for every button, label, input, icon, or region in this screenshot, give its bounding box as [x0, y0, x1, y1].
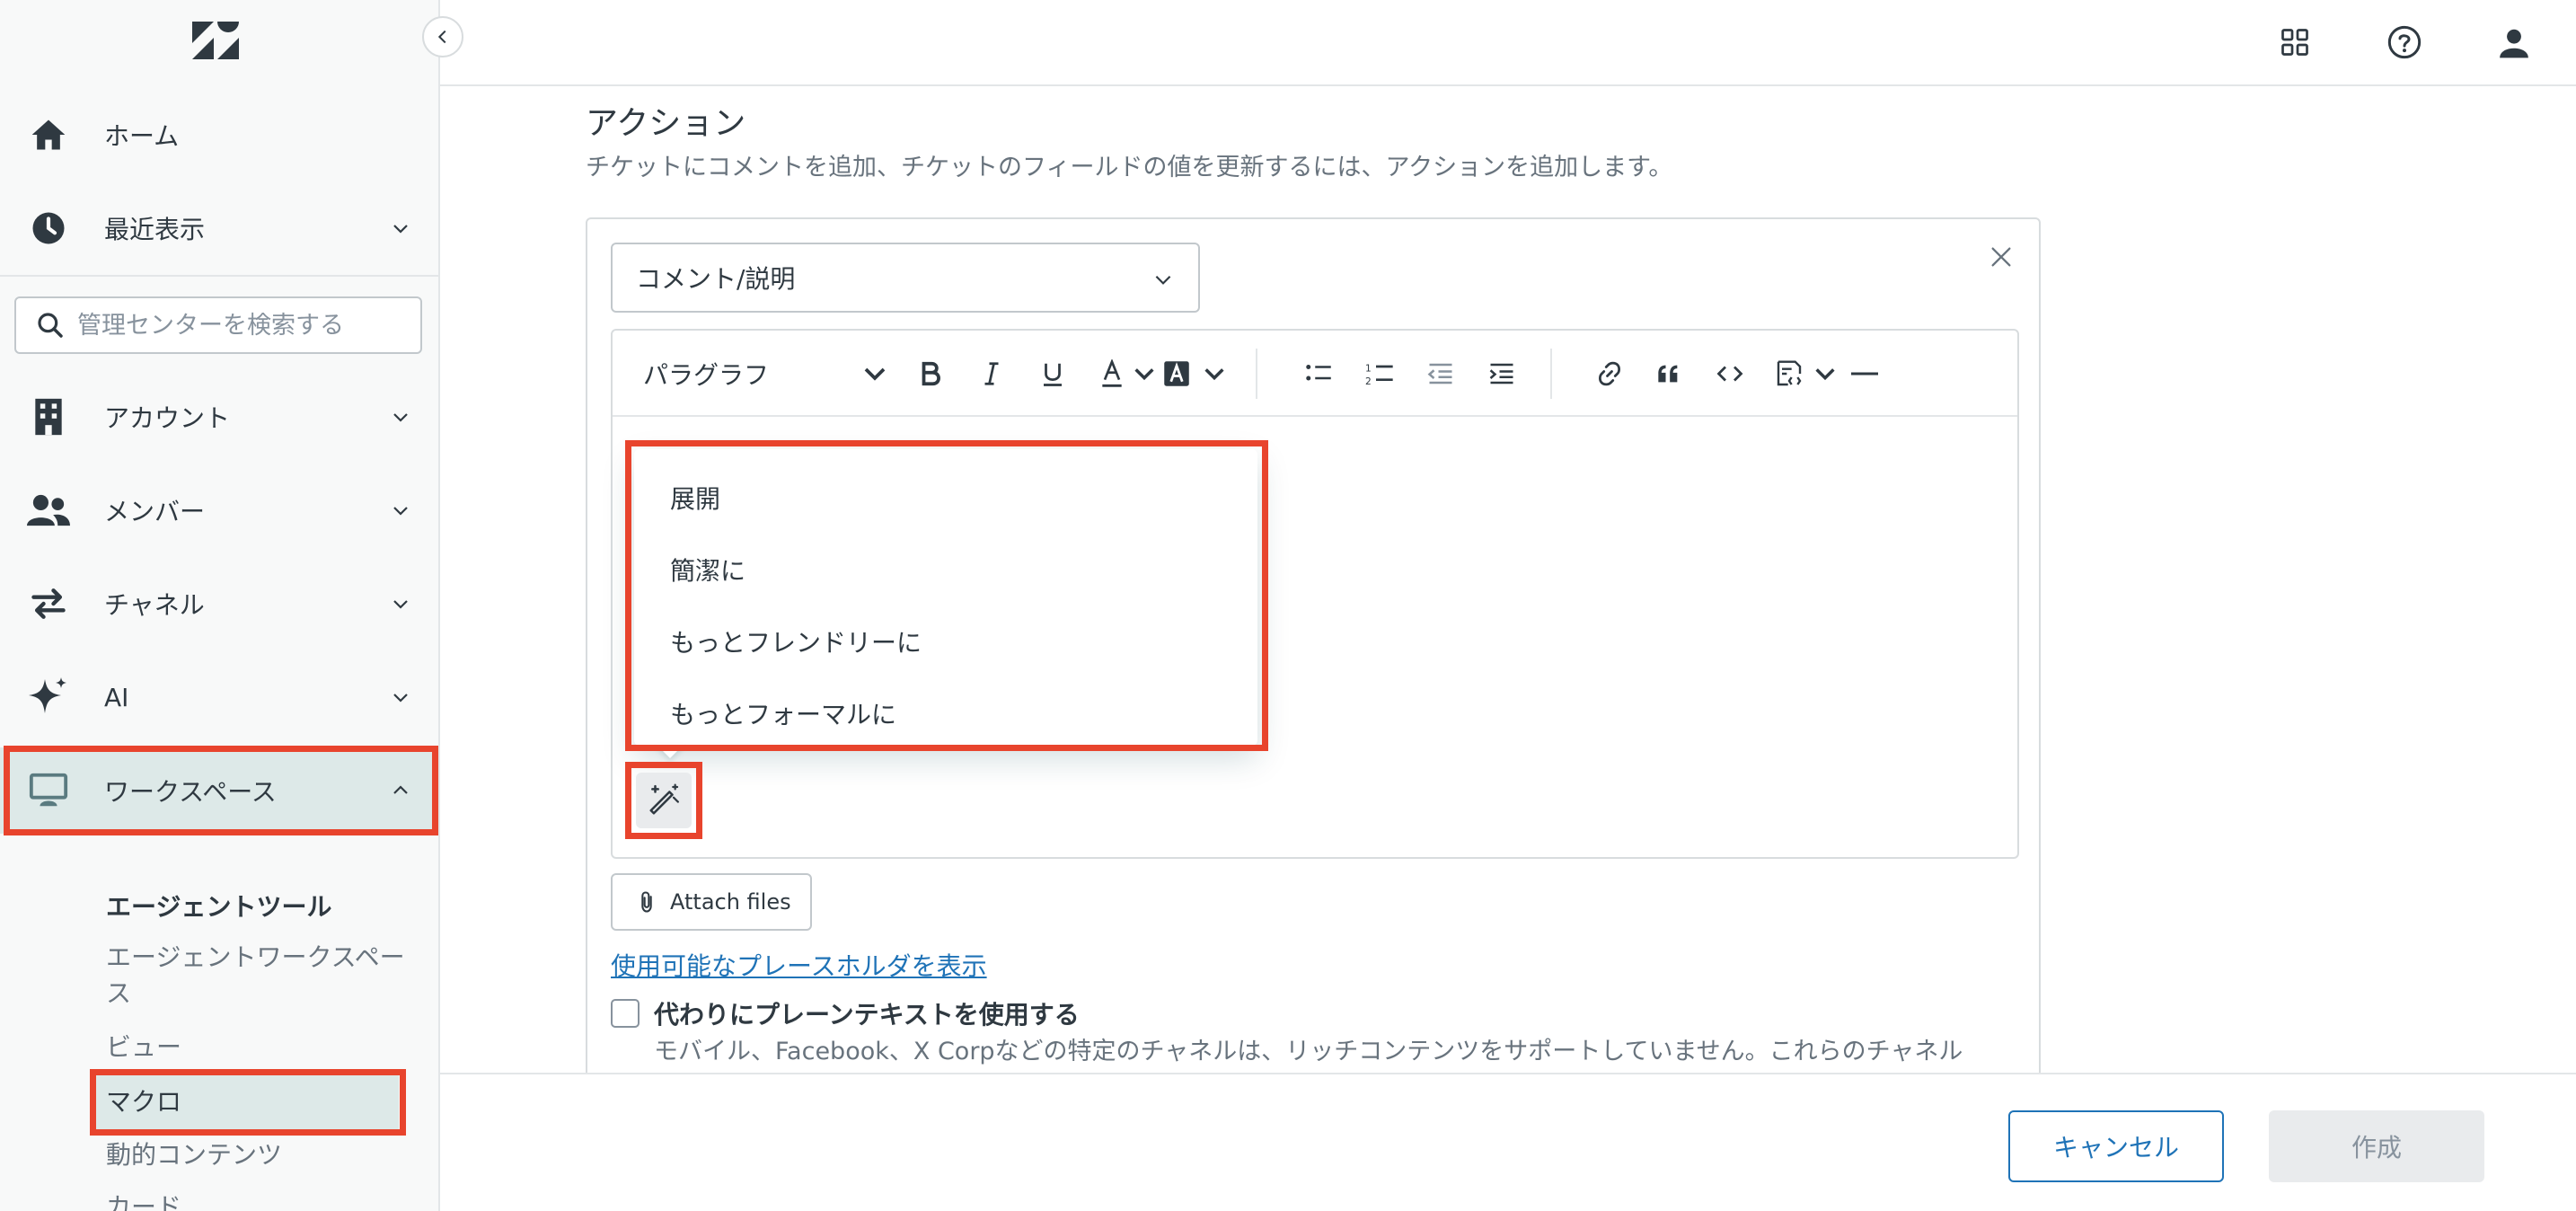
sidebar-item-workspace[interactable]: ワークスペース — [0, 747, 438, 834]
sidebar-collapse-button[interactable] — [422, 16, 463, 57]
agent-tools-heading: エージェントツール — [106, 892, 332, 922]
paperclip-icon — [641, 891, 652, 913]
chevron-left-icon — [437, 30, 446, 44]
sidebar-sub-views[interactable]: ビュー — [106, 1030, 411, 1065]
sidebar-sub-dynamic-content[interactable]: 動的コンテンツ — [106, 1137, 411, 1173]
admin-search[interactable] — [14, 296, 422, 354]
remove-action-button[interactable] — [1985, 241, 2017, 273]
footer-bar: キャンセル 作成 — [440, 1073, 2576, 1211]
bold-icon[interactable] — [913, 356, 948, 392]
chevron-down-icon[interactable] — [1198, 356, 1231, 392]
sidebar-sub-agent-workspace[interactable]: エージェントワークスペース — [106, 940, 411, 1012]
sidebar-item-label: メンバー — [104, 497, 206, 526]
sidebar-item-home[interactable]: ホーム — [0, 92, 438, 178]
plain-text-description: モバイル、Facebook、X Corpなどの特定のチャネルは、リッチコンテンツ… — [654, 1038, 1963, 1065]
search-icon — [38, 313, 63, 338]
numbered-list-icon[interactable]: 12 — [1362, 356, 1398, 392]
sidebar-item-recent[interactable]: 最近表示 — [0, 185, 438, 271]
clock-icon — [27, 207, 70, 250]
chevron-down-icon — [1155, 275, 1171, 285]
svg-text:1: 1 — [1365, 362, 1372, 374]
chevron-down-icon[interactable] — [857, 356, 893, 392]
zendesk-logo[interactable] — [190, 20, 241, 61]
sidebar-item-label: ホーム — [104, 121, 180, 151]
attach-files-button[interactable]: Attach files — [611, 873, 812, 931]
building-icon — [27, 395, 70, 438]
action-type-select[interactable]: コメント/説明 — [611, 243, 1200, 313]
sidebar-sub-macros[interactable]: マクロ — [93, 1073, 399, 1132]
svg-text:2: 2 — [1365, 376, 1372, 387]
section-description: チケットにコメントを追加、チケットのフィールドの値を更新するには、アクションを追… — [586, 154, 1673, 181]
editor-toolbar: パラグラフ 1 2 — [613, 331, 2017, 417]
section-title: アクション — [586, 105, 746, 142]
menu-item-formal[interactable]: もっとフォーマルに — [670, 695, 896, 731]
quote-icon[interactable] — [1651, 356, 1687, 392]
grid-apps-icon[interactable] — [2274, 22, 2316, 63]
text-color-icon[interactable] — [1094, 356, 1130, 392]
chevron-up-icon — [388, 778, 413, 803]
outdent-icon[interactable] — [1423, 356, 1459, 392]
sidebar-item-label: ワークスペース — [104, 777, 277, 807]
plain-text-checkbox[interactable] — [611, 999, 640, 1028]
chevron-down-icon[interactable] — [1809, 356, 1841, 392]
chevron-down-icon — [388, 404, 413, 429]
help-icon[interactable] — [2384, 22, 2425, 63]
sidebar-sub-cards[interactable]: カード — [106, 1189, 411, 1211]
menu-item-concise[interactable]: 簡潔に — [670, 552, 745, 588]
show-placeholders-link[interactable]: 使用可能なプレースホルダを表示 — [611, 947, 987, 983]
people-icon — [27, 489, 70, 532]
sidebar-item-label: 最近表示 — [104, 215, 206, 244]
toolbar-separator — [1550, 349, 1552, 399]
sidebar-item-account[interactable]: アカウント — [0, 374, 438, 460]
chevron-down-icon — [388, 498, 413, 523]
menu-item-expand[interactable]: 展開 — [670, 480, 720, 516]
link-icon[interactable] — [1592, 356, 1628, 392]
indent-icon[interactable] — [1484, 356, 1520, 392]
sidebar-item-members[interactable]: メンバー — [0, 467, 438, 553]
top-bar — [440, 0, 2576, 86]
sidebar-item-label: AI — [104, 682, 129, 712]
horizontal-rule-icon[interactable] — [1847, 356, 1883, 392]
user-avatar-icon[interactable] — [2493, 22, 2535, 63]
paragraph-style-select[interactable]: パラグラフ — [643, 356, 769, 392]
plain-text-label: 代わりにプレーンテキストを使用する — [654, 1000, 1080, 1030]
italic-icon[interactable] — [974, 356, 1010, 392]
underline-icon[interactable] — [1035, 356, 1071, 392]
sidebar-item-label: チャネル — [104, 590, 205, 620]
arrows-exchange-icon — [27, 582, 70, 625]
main-content: アクション チケットにコメントを追加、チケットのフィールドの値を更新するには、ア… — [440, 88, 2576, 1073]
code-block-icon[interactable] — [1771, 356, 1807, 392]
sidebar: ホーム 最近表示 アカウント メンバー — [0, 0, 440, 1211]
create-button[interactable]: 作成 — [2269, 1110, 2484, 1182]
action-card: コメント/説明 パラグラフ 1 2 展開 簡潔に もっとフレンドリーに もっとフ… — [586, 217, 2041, 1073]
sidebar-item-channels[interactable]: チャネル — [0, 561, 438, 647]
highlight-color-icon[interactable] — [1159, 356, 1195, 392]
toolbar-separator — [1256, 349, 1257, 399]
monitor-icon — [27, 769, 70, 812]
menu-item-friendlier[interactable]: もっとフレンドリーに — [670, 623, 922, 659]
select-value: コメント/説明 — [636, 264, 796, 294]
sidebar-item-label: アカウント — [104, 403, 231, 433]
sidebar-item-ai[interactable]: AI — [0, 654, 438, 740]
code-icon[interactable] — [1712, 356, 1748, 392]
ai-rewrite-menu: 展開 簡潔に もっとフレンドリーに もっとフォーマルに — [634, 449, 1257, 746]
sparkle-icon — [27, 676, 70, 719]
chevron-down-icon — [388, 216, 413, 241]
ai-rewrite-button[interactable] — [636, 773, 692, 828]
close-icon — [1991, 247, 2011, 267]
magic-wand-icon — [649, 783, 679, 815]
chevron-down-icon — [388, 685, 413, 710]
chevron-down-icon[interactable] — [1128, 356, 1160, 392]
cancel-button[interactable]: キャンセル — [2008, 1110, 2224, 1182]
chevron-down-icon — [388, 591, 413, 616]
menu-pointer — [656, 744, 684, 758]
rich-text-editor[interactable]: パラグラフ 1 2 展開 簡潔に もっとフレンドリーに もっとフォーマルに — [611, 329, 2019, 859]
home-icon — [27, 113, 70, 156]
sidebar-divider — [0, 275, 438, 277]
bullet-list-icon[interactable] — [1301, 356, 1337, 392]
attach-files-label: Attach files — [670, 889, 791, 915]
search-input[interactable] — [77, 311, 401, 340]
